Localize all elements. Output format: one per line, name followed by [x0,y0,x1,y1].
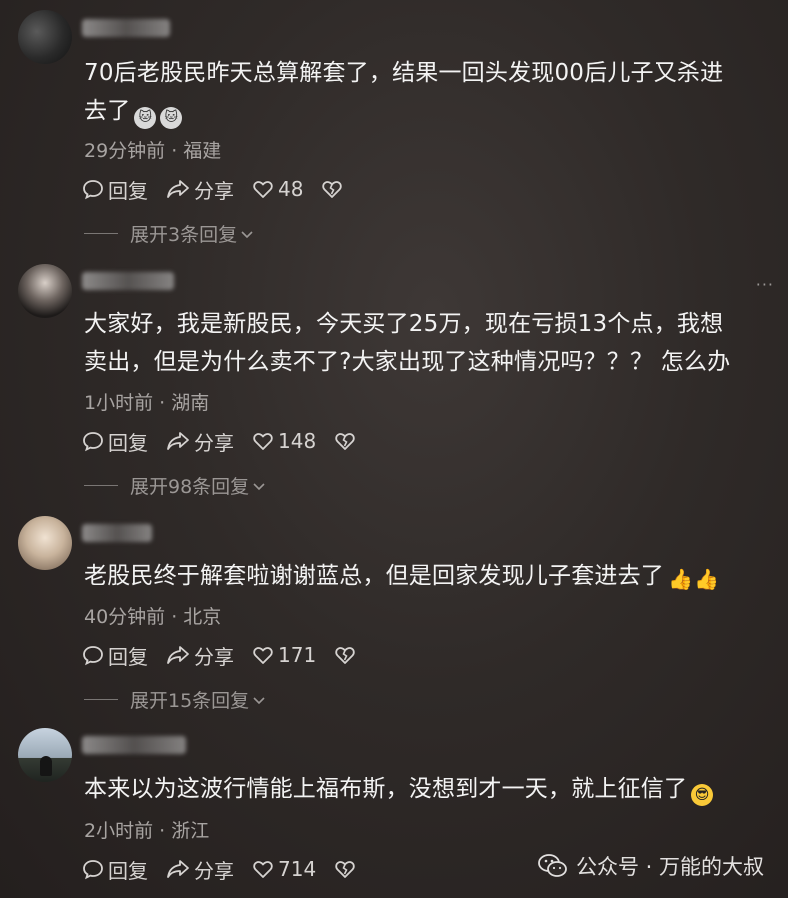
reply-button[interactable]: 回复 [82,855,148,884]
reply-button[interactable]: 回复 [82,175,148,204]
time-location: 40分钟前 · 北京 [84,606,222,628]
reply-button[interactable]: 回复 [82,427,148,456]
username-blurred[interactable] [82,272,174,290]
avatar[interactable] [18,264,72,318]
heart-icon [253,433,273,450]
chevron-down-icon [241,230,253,238]
share-label: 分享 [194,430,234,455]
reply-label: 回复 [108,178,148,203]
chevron-down-icon [253,482,265,490]
share-icon [167,860,189,878]
reply-label: 回复 [108,858,148,883]
reply-icon [83,180,103,200]
comment-text-line: 卖出，但是为什么卖不了?大家出现了这种情况吗？？？ 怎么办 [84,349,731,375]
reply-label: 回复 [108,644,148,669]
heart-icon [253,861,273,878]
like-button[interactable]: 148 [252,429,316,453]
like-count: 48 [278,177,304,201]
divider-line [84,699,118,700]
username-blurred[interactable] [82,524,152,542]
broken-heart-icon [335,647,355,664]
expand-replies-label: 展开15条回复 [130,690,250,712]
reply-button[interactable]: 回复 [82,641,148,670]
avatar[interactable] [18,728,72,782]
broken-heart-icon [335,433,355,450]
watermark-text: 公众号 · 万能的大叔 [575,855,764,879]
cat-emoji-icon: 🐱 [134,107,157,129]
cat-emoji-icon: 🐱 [160,107,183,129]
wechat-icon [538,854,567,877]
divider-line [84,233,118,234]
avatar[interactable] [18,10,72,64]
share-button[interactable]: 分享 [166,175,234,204]
expand-replies[interactable]: 展开3条回复 [84,220,255,247]
divider-line [84,485,118,486]
sunglasses-emoji-icon: 😎 [691,784,714,806]
comment-text-line: 去了 [84,98,131,124]
broken-heart-icon [322,181,343,198]
reply-icon [83,860,103,880]
reply-label: 回复 [108,430,148,455]
comment-actions: 回复 分享 148 [82,427,378,456]
share-button[interactable]: 分享 [166,641,234,670]
dislike-button[interactable] [321,178,347,200]
reply-icon [83,432,103,452]
expand-replies-label: 展开98条回复 [130,476,250,498]
comment-text: 本来以为这波行情能上福布斯，没想到才一天，就上征信了 😎 [84,770,774,808]
expand-replies[interactable]: 展开15条回复 [84,686,267,713]
share-label: 分享 [194,644,234,669]
dislike-button[interactable] [334,430,360,452]
comment-text-line: 本来以为这波行情能上福布斯，没想到才一天，就上征信了 [84,776,688,802]
expand-replies-label: 展开3条回复 [130,224,238,246]
reply-icon [83,646,103,666]
comment-text-line: 老股民终于解套啦谢谢蓝总，但是回家发现儿子套进去了 [84,563,664,589]
comment-text-line: 大家好，我是新股民，今天买了25万，现在亏损13个点，我想 [84,311,724,337]
broken-heart-icon [335,861,355,878]
thumbs-up-emoji-icon: 👍 [668,567,694,591]
watermark: 公众号 · 万能的大叔 [538,851,764,881]
share-label: 分享 [194,858,234,883]
comment-text: 70后老股民昨天总算解套了，结果一回头发现00后儿子又杀进 去了 🐱 🐱 [84,54,774,130]
heart-icon [253,181,273,198]
thumbs-up-emoji-icon: 👍 [694,567,720,591]
share-icon [167,432,189,450]
avatar[interactable] [18,516,72,570]
share-button[interactable]: 分享 [166,855,234,884]
comment-actions: 回复 分享 48 [82,175,365,204]
like-button[interactable]: 714 [252,857,316,881]
time-location: 2小时前 · 浙江 [84,820,210,842]
like-button[interactable]: 48 [252,177,303,201]
share-label: 分享 [194,178,234,203]
like-button[interactable]: 171 [252,643,316,667]
username-blurred[interactable] [82,19,170,37]
time-location: 1小时前 · 湖南 [84,392,210,414]
share-button[interactable]: 分享 [166,427,234,456]
like-count: 714 [278,857,317,881]
share-icon [167,646,189,664]
heart-icon [253,647,273,664]
dislike-button[interactable] [334,858,360,880]
comment-actions: 回复 分享 714 [82,855,378,884]
comment-actions: 回复 分享 171 [82,641,378,670]
time-location: 29分钟前 · 福建 [84,140,222,162]
comment-text: 老股民终于解套啦谢谢蓝总，但是回家发现儿子套进去了 👍👍 [84,557,774,595]
like-count: 148 [278,429,317,453]
dislike-button[interactable] [334,644,360,666]
expand-replies[interactable]: 展开98条回复 [84,472,267,499]
chevron-down-icon [253,696,265,704]
comment-text-line: 70后老股民昨天总算解套了，结果一回头发现00后儿子又杀进 [84,60,724,86]
more-options-icon[interactable]: ··· [756,275,774,294]
share-icon [167,180,189,198]
comment-text: 大家好，我是新股民，今天买了25万，现在亏损13个点，我想 卖出，但是为什么卖不… [84,305,774,381]
like-count: 171 [278,643,317,667]
username-blurred[interactable] [82,736,186,754]
